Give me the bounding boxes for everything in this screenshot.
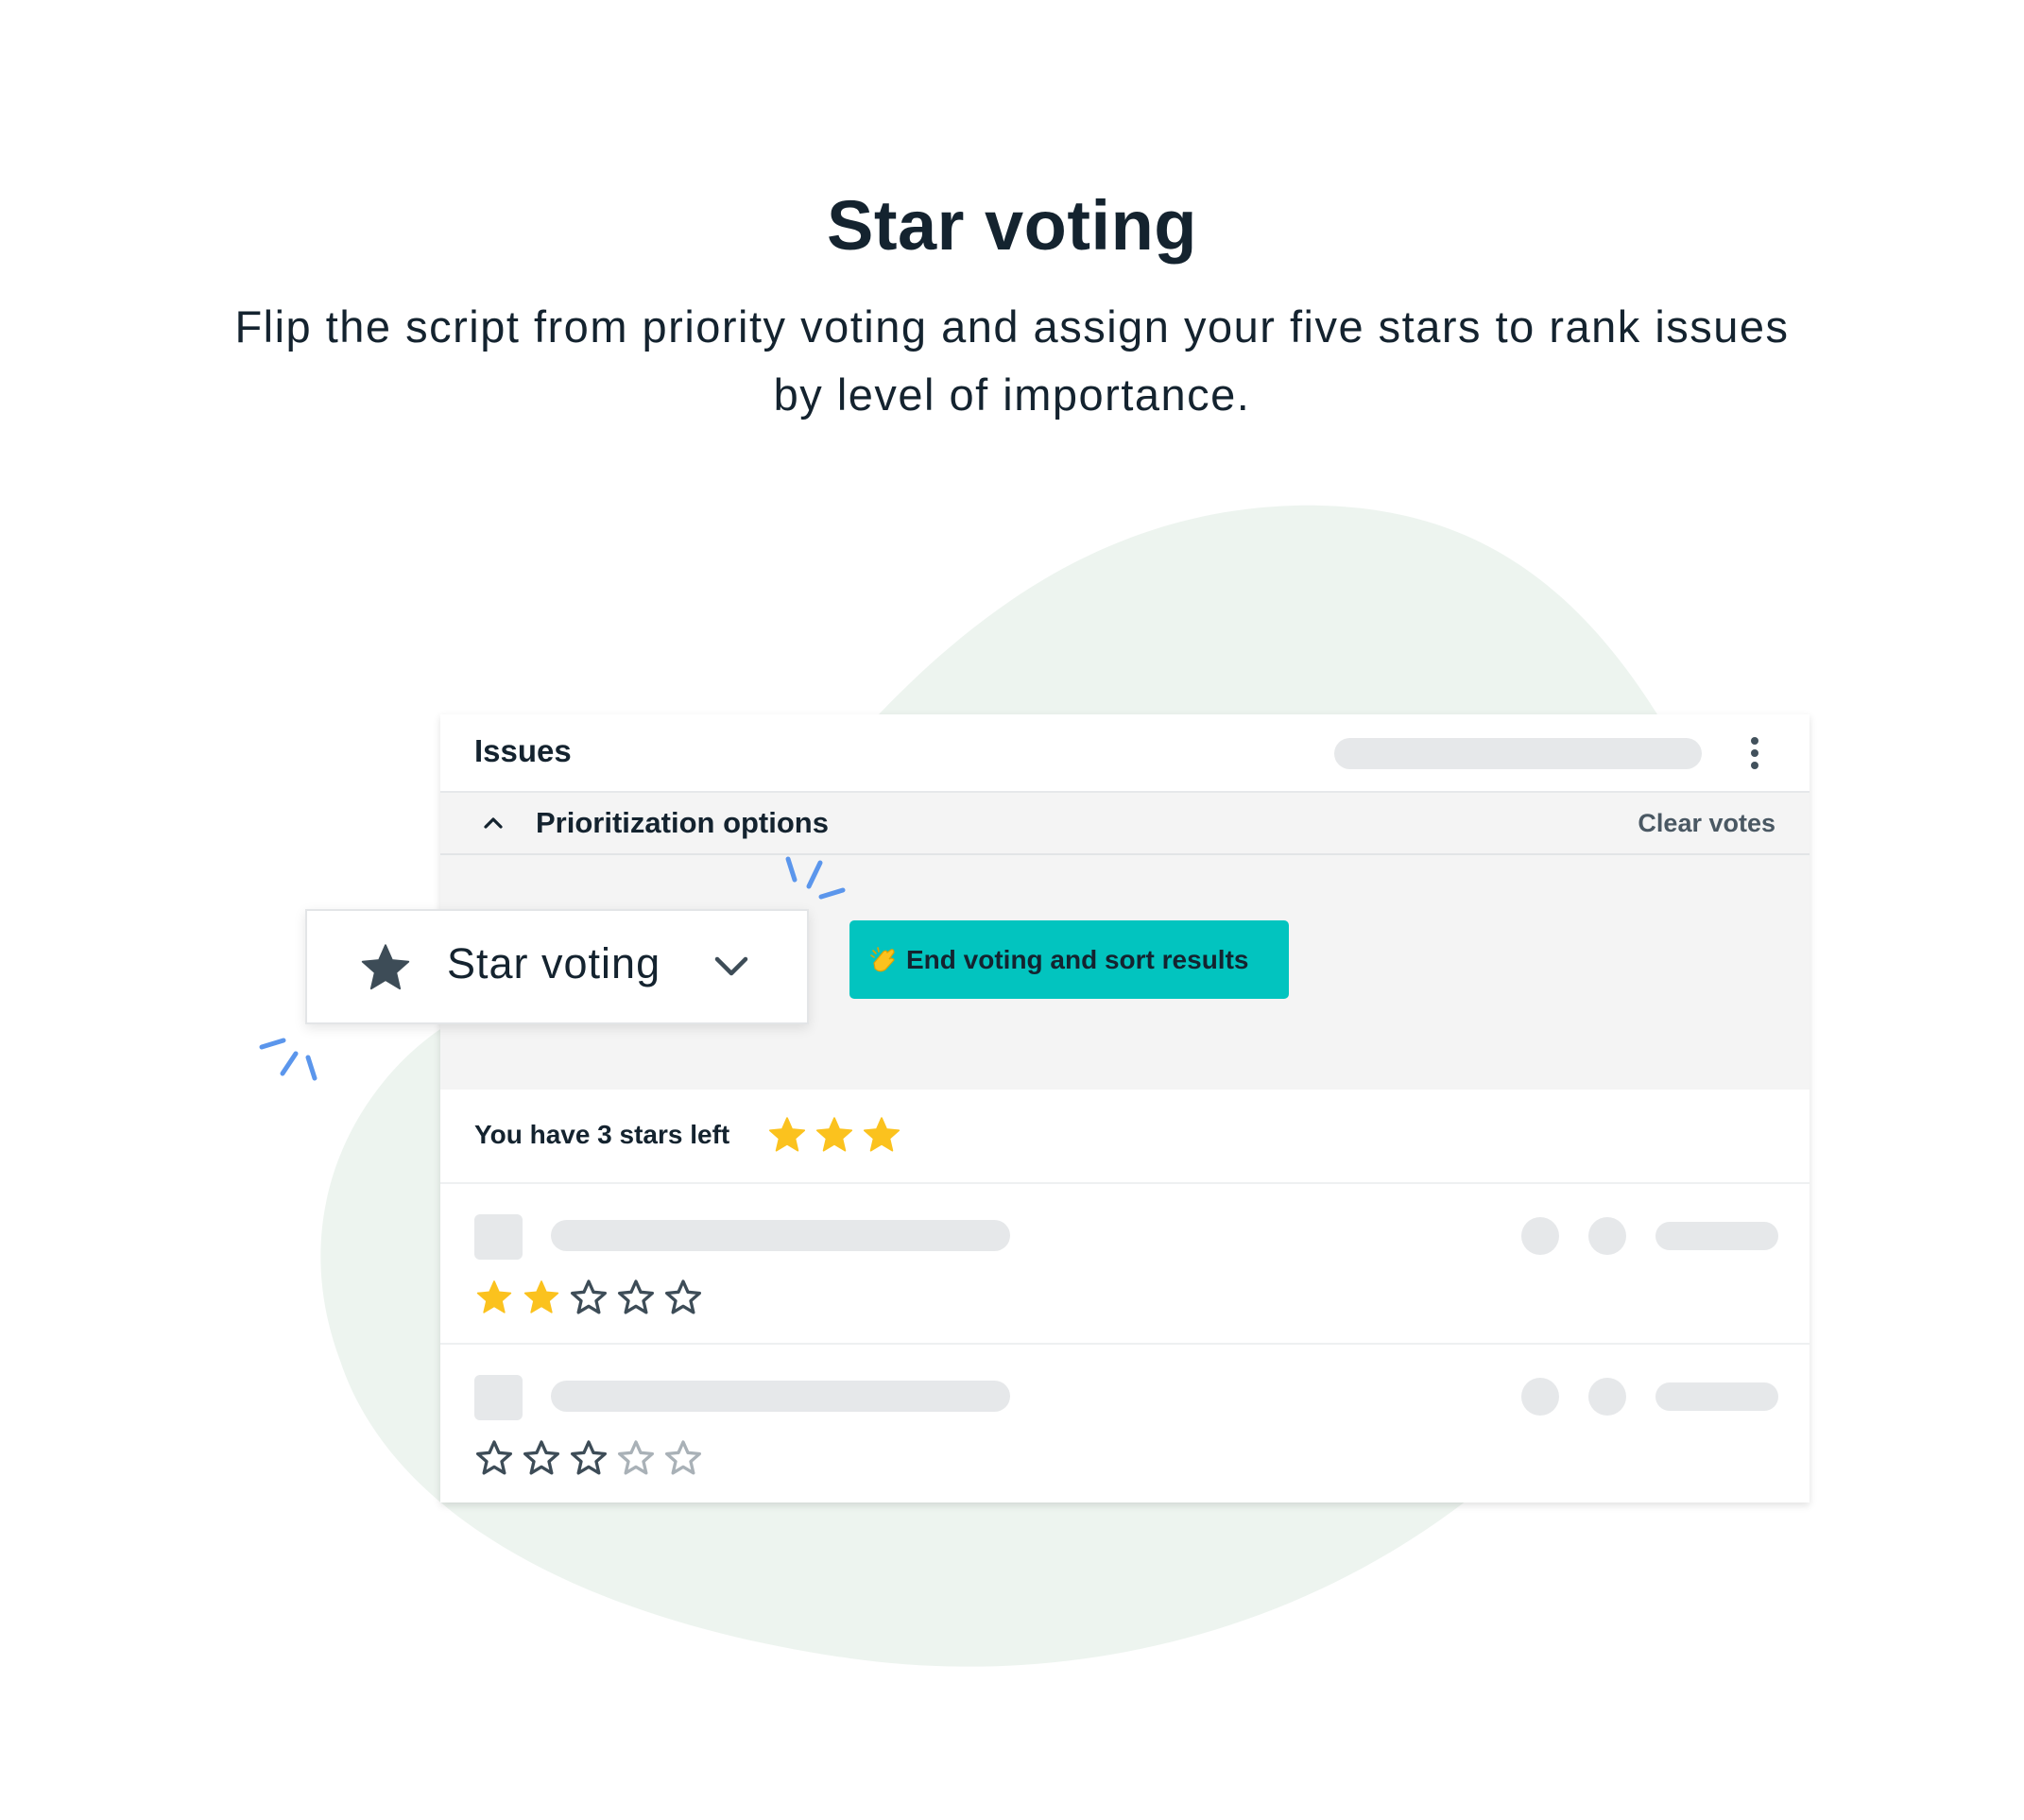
issue-title-placeholder [551, 1220, 1010, 1251]
star-outline-icon[interactable] [570, 1439, 608, 1477]
page-title: Star voting [827, 186, 1197, 265]
end-voting-label: End voting and sort results [906, 944, 1249, 974]
issue-row[interactable] [440, 1345, 1810, 1503]
end-voting-button[interactable]: End voting and sort results [849, 920, 1289, 999]
voting-method-dropdown[interactable]: Star voting [305, 909, 809, 1024]
star-left-icon [863, 1117, 901, 1152]
issue-row[interactable] [440, 1184, 1810, 1345]
star-outline-icon[interactable] [570, 1279, 608, 1316]
more-options-icon[interactable] [1748, 735, 1759, 771]
avatar-placeholder [1588, 1378, 1626, 1416]
star-outline-icon[interactable] [475, 1439, 513, 1477]
page-subtitle: Flip the script from priority voting and… [234, 301, 1790, 420]
star-outline-icon[interactable] [664, 1279, 702, 1316]
issues-title: Issues [474, 733, 572, 768]
prioritization-bar[interactable]: Prioritization options Clear votes [440, 793, 1810, 855]
search-placeholder-bar [1334, 738, 1702, 769]
avatar-placeholder [1521, 1378, 1559, 1416]
avatar-placeholder [1521, 1217, 1559, 1255]
prioritization-title: Prioritization options [536, 806, 829, 839]
star-filled-icon[interactable] [475, 1279, 513, 1316]
meta-placeholder [1655, 1382, 1778, 1411]
star-left-icon [768, 1117, 806, 1152]
voting-method-label: Star voting [447, 939, 661, 987]
star-outline-icon[interactable] [523, 1439, 560, 1477]
meta-placeholder [1655, 1222, 1778, 1250]
star-filled-icon[interactable] [523, 1279, 560, 1316]
clapping-hands-icon [870, 947, 895, 972]
issues-panel: Issues Prioritization options Clear vote… [440, 714, 1810, 1502]
issues-header: Issues [440, 714, 1810, 793]
issue-checkbox-placeholder[interactable] [474, 1214, 523, 1260]
stars-left-row: You have 3 stars left [440, 1090, 1810, 1184]
star-outline-icon[interactable] [664, 1439, 702, 1477]
clear-votes-button[interactable]: Clear votes [1638, 809, 1775, 838]
avatar-placeholder [1588, 1217, 1626, 1255]
stars-left-label: You have 3 stars left [474, 1120, 730, 1149]
star-outline-icon[interactable] [617, 1279, 655, 1316]
issue-checkbox-placeholder[interactable] [474, 1375, 523, 1420]
chevron-down-icon[interactable] [713, 954, 749, 979]
star-icon [361, 944, 410, 990]
chevron-up-icon[interactable] [482, 812, 505, 834]
star-outline-icon[interactable] [617, 1439, 655, 1477]
star-left-icon [815, 1117, 853, 1152]
issue-title-placeholder [551, 1381, 1010, 1412]
